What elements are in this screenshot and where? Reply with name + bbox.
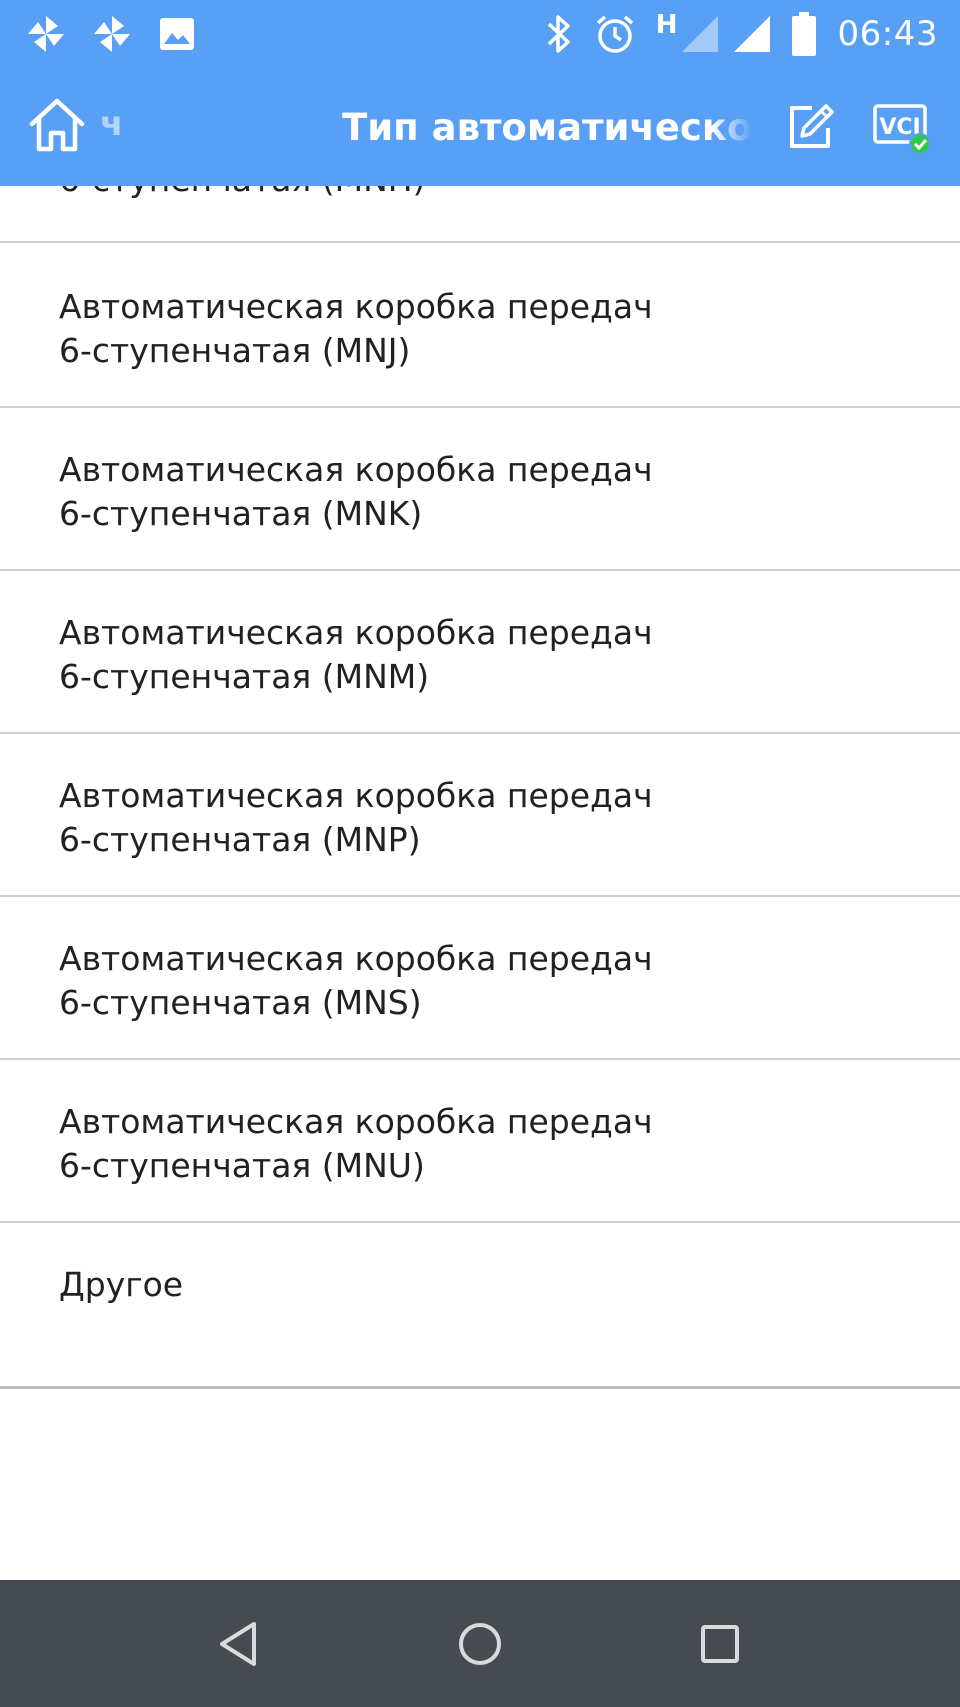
home-button[interactable] <box>26 96 88 154</box>
list-item-label: Другое <box>59 1265 184 1304</box>
notification-icons <box>26 12 196 56</box>
list-item-partial[interactable]: 6-ступенчатая (MNH) <box>0 186 960 243</box>
alarm-icon <box>596 15 633 53</box>
home-icon <box>29 98 85 152</box>
signal-icon <box>733 16 770 52</box>
edit-button[interactable] <box>786 102 836 152</box>
list-end-divider <box>0 1386 960 1389</box>
recents-button[interactable] <box>692 1616 748 1672</box>
navigation-bar <box>0 1580 960 1707</box>
status-bar: H 06:43 <box>0 0 960 68</box>
list-item-label: Автоматическая коробка передач 6-ступенч… <box>59 1102 653 1185</box>
list-item[interactable]: Автоматическая коробка передач 6-ступенч… <box>0 569 960 734</box>
back-button[interactable] <box>212 1616 268 1672</box>
vci-connected-icon: VCI <box>873 104 931 155</box>
list-item-label: 6-ступенчатая (MNH) <box>59 186 425 202</box>
network-type-indicator: H <box>655 10 678 40</box>
home-circle-icon <box>459 1623 501 1665</box>
image-icon <box>160 18 194 50</box>
list-item-label: Автоматическая коробка передач 6-ступенч… <box>59 450 653 533</box>
list-item-label: Автоматическая коробка передач 6-ступенч… <box>59 613 653 696</box>
list-item[interactable]: Автоматическая коробка передач 6-ступенч… <box>0 732 960 897</box>
pinwheel-icon <box>28 16 64 52</box>
home-nav-button[interactable] <box>452 1616 508 1672</box>
list-item-label: Автоматическая коробка передач 6-ступенч… <box>59 776 653 859</box>
app-bar: ч Тип автоматической коробки передач VCI <box>0 68 960 186</box>
signal-icon <box>681 16 718 52</box>
list-item[interactable]: Автоматическая коробка передач 6-ступенч… <box>0 1058 960 1223</box>
recents-icon <box>701 1625 739 1663</box>
list-item-label: Автоматическая коробка передач 6-ступенч… <box>59 939 653 1022</box>
list-item-other[interactable]: Другое <box>0 1221 960 1384</box>
list-item-label: Автоматическая коробка передач 6-ступенч… <box>59 287 653 370</box>
system-status: H 06:43 <box>544 8 938 60</box>
list-item[interactable]: Автоматическая коробка передач 6-ступенч… <box>0 243 960 408</box>
list-item[interactable]: Автоматическая коробка передач 6-ступенч… <box>0 895 960 1060</box>
pinwheel-icon <box>94 16 130 52</box>
list-item[interactable]: Автоматическая коробка передач 6-ступенч… <box>0 406 960 571</box>
back-icon <box>220 1622 256 1666</box>
battery-icon <box>791 12 816 56</box>
bluetooth-icon <box>547 15 570 53</box>
page-title: Тип автоматической коробки передач <box>342 106 752 149</box>
title-fade <box>712 96 752 160</box>
previous-screen-hint: ч <box>100 104 124 144</box>
clock: 06:43 <box>837 14 938 54</box>
vci-status-button[interactable]: VCI <box>872 100 934 158</box>
edit-icon <box>790 104 834 148</box>
transmission-type-list: 6-ступенчатая (MNH) Автоматическая короб… <box>0 186 960 1580</box>
